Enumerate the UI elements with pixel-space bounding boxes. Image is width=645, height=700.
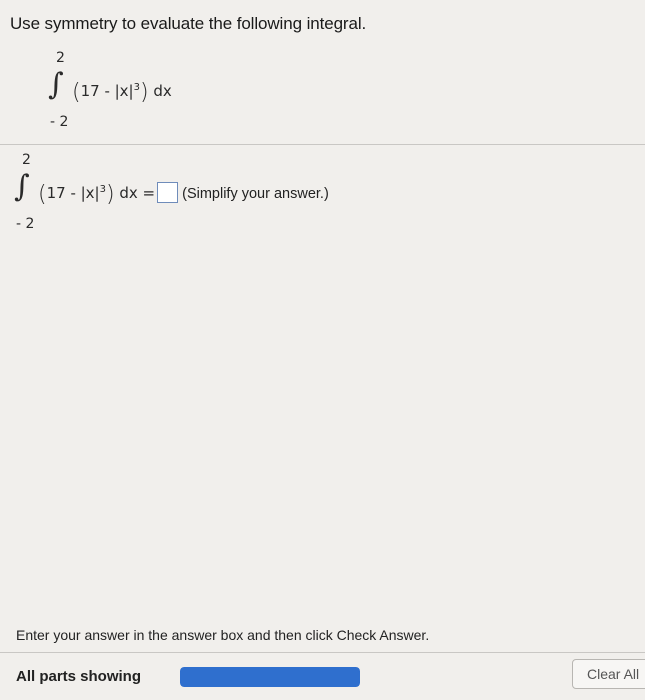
differential: dx	[153, 82, 172, 100]
upper-limit: 2	[56, 50, 65, 66]
divider	[0, 144, 645, 145]
lower-limit: - 2	[16, 216, 35, 232]
footer-divider	[0, 652, 645, 653]
answer-integral: 2 ∫ - 2 (17 - |x|3) dx = (Simplify your a…	[10, 152, 470, 237]
parts-label: All parts showing	[16, 668, 142, 685]
progress-bar	[180, 667, 360, 687]
integrand: (17 - |x|3) dx	[72, 80, 172, 105]
upper-limit: 2	[22, 152, 31, 168]
integral-sign: ∫	[48, 67, 64, 102]
progress-fill	[180, 667, 360, 687]
instructions: Enter your answer in the answer box and …	[16, 627, 430, 643]
clear-all-button[interactable]: Clear All	[572, 659, 645, 689]
display-integral: 2 ∫ - 2 (17 - |x|3) dx	[44, 50, 244, 135]
lower-limit: - 2	[50, 114, 69, 130]
integrand: (17 - |x|3) dx = (Simplify your answer.)	[38, 182, 329, 207]
answer-box[interactable]	[157, 182, 179, 203]
simplify-hint: (Simplify your answer.)	[182, 186, 329, 202]
differential: dx =	[119, 184, 156, 202]
question-title: Use symmetry to evaluate the following i…	[10, 14, 367, 33]
integral-sign: ∫	[14, 169, 30, 204]
